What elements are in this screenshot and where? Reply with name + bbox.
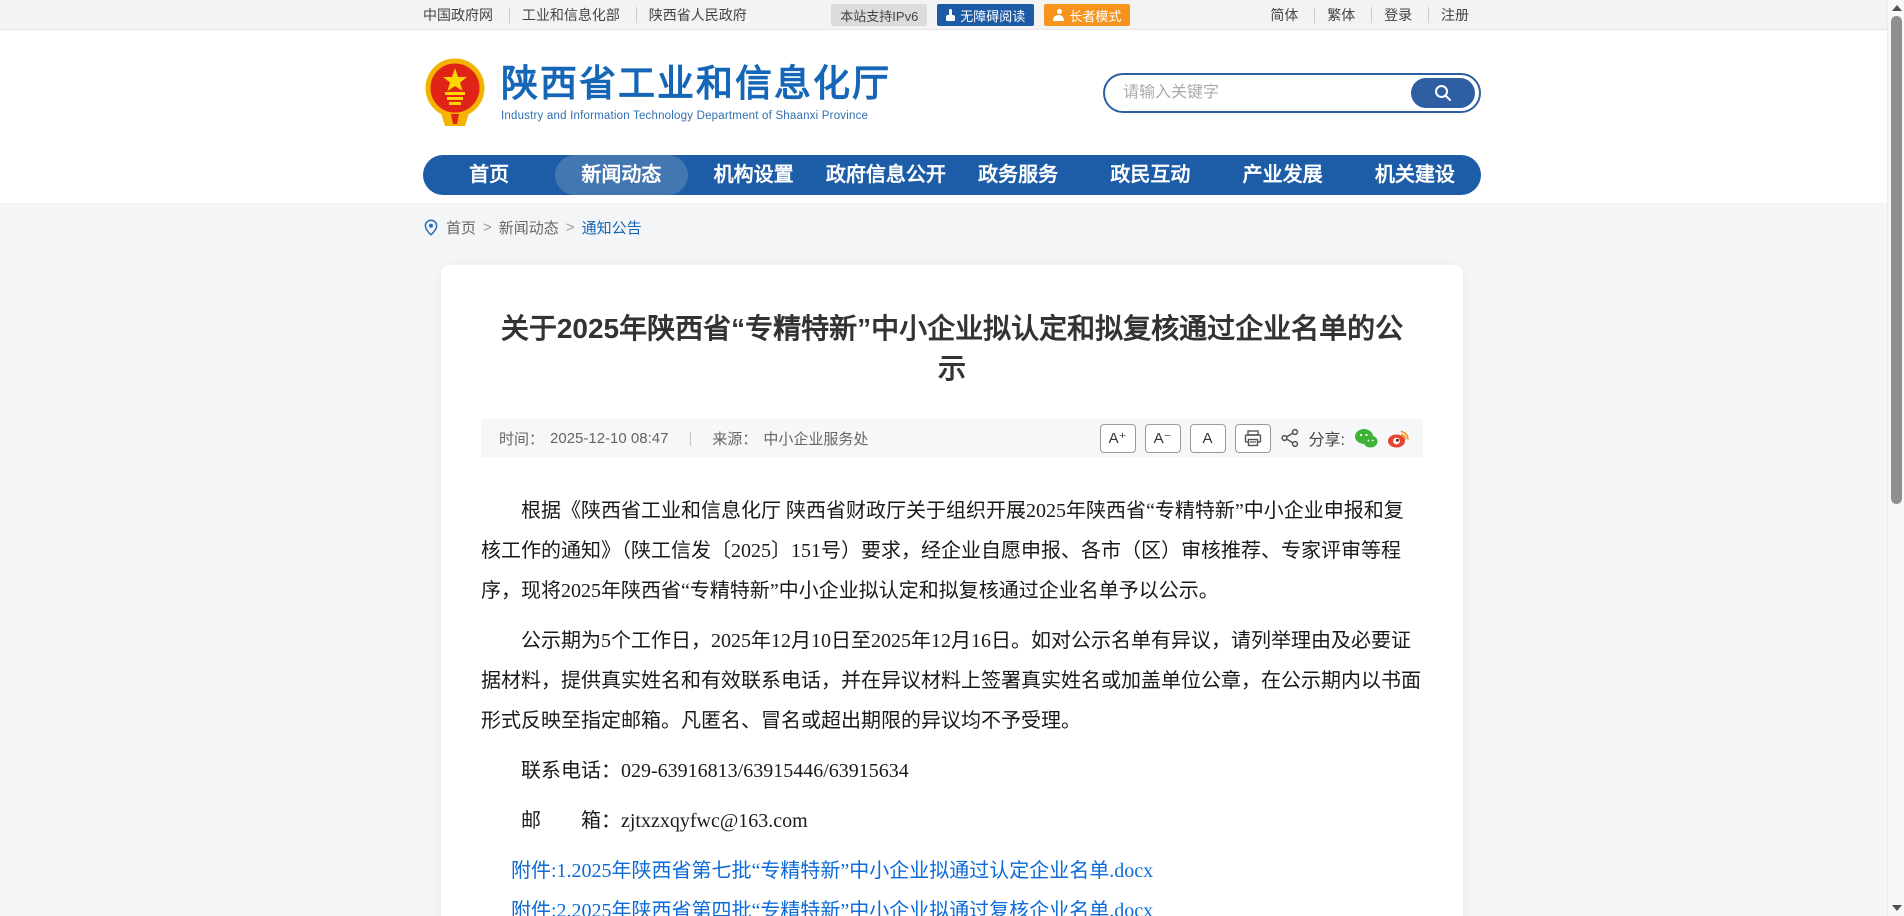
main-nav-wrap: 首页 新闻动态 机构设置 政府信息公开 政务服务 政民互动 产业发展 机关建设	[0, 155, 1904, 203]
time-label: 时间：	[499, 428, 544, 449]
search-box	[1103, 73, 1481, 113]
print-button[interactable]	[1235, 424, 1271, 453]
contact-email: 邮 箱：zjtxzxqyfwc@163.com	[481, 801, 1423, 841]
source-label: 来源：	[712, 428, 757, 449]
gov-site-links: 中国政府网 工业和信息化部 陕西省人民政府	[423, 5, 759, 25]
nav-item-news[interactable]: 新闻动态	[555, 155, 687, 195]
search-input[interactable]	[1123, 84, 1411, 102]
article-tools: A⁺ A⁻ A 分享:	[1100, 424, 1409, 453]
site-title: 陕西省工业和信息化厅	[501, 63, 891, 106]
search-button[interactable]	[1411, 78, 1475, 108]
elder-mode-button[interactable]: 长者模式	[1044, 4, 1130, 26]
meta-separator: |	[688, 430, 692, 447]
article-meta-info: 时间： 2025-12-10 08:47 | 来源： 中小企业服务处	[499, 428, 868, 449]
nav-item-info-disclosure[interactable]: 政府信息公开	[820, 155, 952, 195]
article-title: 关于2025年陕西省“专精特新”中小企业拟认定和拟复核通过企业名单的公示	[497, 309, 1407, 389]
article-meta-bar: 时间： 2025-12-10 08:47 | 来源： 中小企业服务处 A⁺ A⁻…	[481, 419, 1423, 457]
elder-mode-label: 长者模式	[1069, 6, 1121, 25]
login-link[interactable]: 登录	[1371, 7, 1424, 23]
page-background: 首页 > 新闻动态 > 通知公告 关于2025年陕西省“专精特新”中小企业拟认定…	[0, 203, 1904, 916]
scrollbar[interactable]	[1887, 0, 1904, 916]
scrollbar-down-arrow[interactable]	[1892, 905, 1902, 911]
nav-item-home[interactable]: 首页	[423, 155, 555, 195]
hand-icon	[946, 9, 955, 21]
simplified-chinese-link[interactable]: 简体	[1258, 7, 1310, 23]
printer-icon	[1244, 430, 1262, 447]
article-paragraph: 根据《陕西省工业和信息化厅 陕西省财政厅关于组织开展2025年陕西省“专精特新”…	[481, 491, 1423, 611]
brand-text: 陕西省工业和信息化厅 Industry and Information Tech…	[501, 63, 891, 122]
attachment-link-1[interactable]: 附件:1.2025年陕西省第七批“专精特新”中小企业拟通过认定企业名单.docx	[511, 860, 1153, 882]
top-link-miit[interactable]: 工业和信息化部	[509, 7, 632, 23]
share-icon	[1280, 428, 1300, 448]
traditional-chinese-link[interactable]: 繁体	[1314, 7, 1367, 23]
ipv6-badge: 本站支持IPv6	[831, 4, 927, 26]
breadcrumb-news[interactable]: 新闻动态	[499, 217, 559, 238]
article-paragraph: 公示期为5个工作日，2025年12月10日至2025年12月16日。如对公示名单…	[481, 621, 1423, 741]
breadcrumb-notices[interactable]: 通知公告	[582, 217, 642, 238]
weibo-share-icon[interactable]	[1387, 428, 1409, 449]
breadcrumb-separator: >	[483, 219, 492, 236]
nav-item-organization[interactable]: 机构设置	[688, 155, 820, 195]
nav-item-interaction[interactable]: 政民互动	[1084, 155, 1216, 195]
nav-item-gov-services[interactable]: 政务服务	[952, 155, 1084, 195]
accessibility-label: 无障碍阅读	[960, 6, 1025, 25]
location-pin-icon	[423, 219, 439, 236]
font-increase-button[interactable]: A⁺	[1100, 424, 1136, 453]
top-bar: 中国政府网 工业和信息化部 陕西省人民政府 本站支持IPv6 无障碍阅读 长者模…	[0, 0, 1904, 30]
scrollbar-up-arrow[interactable]	[1892, 5, 1902, 11]
article-body: 根据《陕西省工业和信息化厅 陕西省财政厅关于组织开展2025年陕西省“专精特新”…	[481, 491, 1423, 916]
top-badges: 本站支持IPv6 无障碍阅读 长者模式	[831, 4, 1130, 26]
contact-phone: 联系电话：029-63916813/63915446/63915634	[481, 751, 1423, 791]
person-icon	[1053, 9, 1064, 21]
article-card: 关于2025年陕西省“专精特新”中小企业拟认定和拟复核通过企业名单的公示 时间：…	[441, 265, 1463, 916]
main-nav: 首页 新闻动态 机构设置 政府信息公开 政务服务 政民互动 产业发展 机关建设	[423, 155, 1481, 195]
account-links: 简体 繁体 登录 注册	[1258, 5, 1481, 25]
top-link-china-gov[interactable]: 中国政府网	[423, 7, 505, 23]
publish-time: 2025-12-10 08:47	[550, 430, 668, 447]
breadcrumb-separator: >	[566, 219, 575, 236]
font-decrease-button[interactable]: A⁻	[1145, 424, 1181, 453]
top-link-shaanxi-gov[interactable]: 陕西省人民政府	[636, 7, 759, 23]
scrollbar-thumb[interactable]	[1891, 16, 1902, 504]
nav-item-industry[interactable]: 产业发展	[1217, 155, 1349, 195]
national-emblem-logo	[423, 58, 487, 128]
publish-source: 中小企业服务处	[763, 428, 868, 449]
wechat-share-icon[interactable]	[1354, 428, 1378, 449]
breadcrumb: 首页 > 新闻动态 > 通知公告	[423, 215, 1481, 239]
site-header: 陕西省工业和信息化厅 Industry and Information Tech…	[0, 30, 1904, 155]
nav-item-agency[interactable]: 机关建设	[1349, 155, 1481, 195]
register-link[interactable]: 注册	[1428, 7, 1481, 23]
search-icon	[1433, 83, 1453, 103]
accessibility-mode-button[interactable]: 无障碍阅读	[937, 4, 1034, 26]
font-reset-button[interactable]: A	[1190, 424, 1226, 453]
site-brand[interactable]: 陕西省工业和信息化厅 Industry and Information Tech…	[423, 58, 891, 128]
breadcrumb-home[interactable]: 首页	[446, 217, 476, 238]
site-subtitle: Industry and Information Technology Depa…	[501, 110, 891, 122]
attachment-link-2[interactable]: 附件:2.2025年陕西省第四批“专精特新”中小企业拟通过复核企业名单.docx	[511, 900, 1153, 916]
share-label: 分享:	[1309, 426, 1345, 450]
